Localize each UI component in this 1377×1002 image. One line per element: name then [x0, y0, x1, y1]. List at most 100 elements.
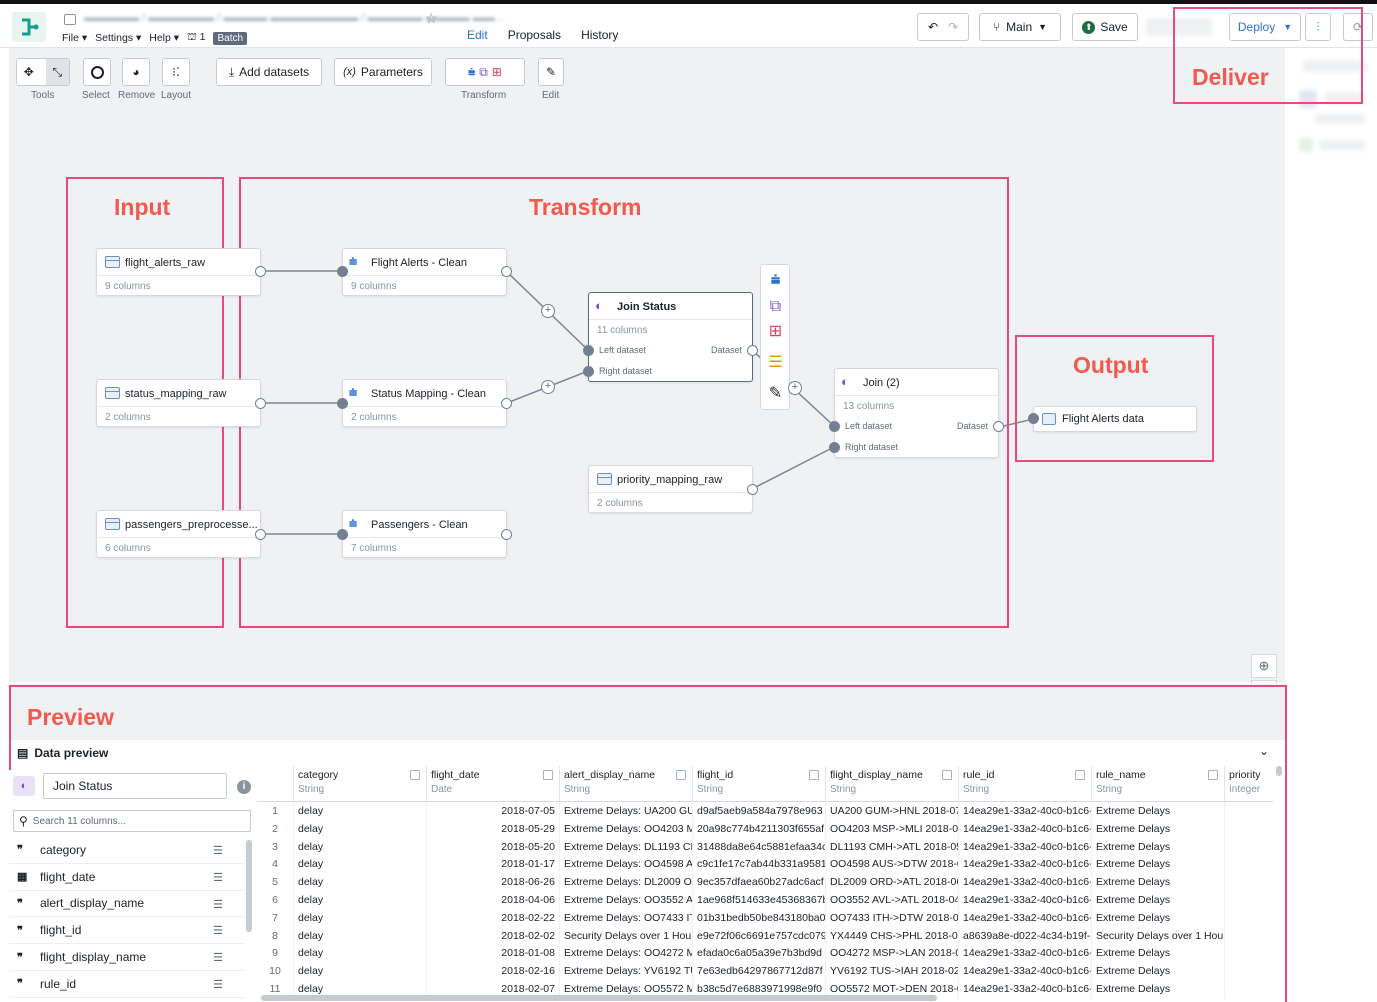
- input-port[interactable]: [337, 266, 348, 277]
- node-flight-alerts-data[interactable]: Flight Alerts data: [1033, 406, 1197, 432]
- field-item-alert-display-name[interactable]: ❞ alert_display_name ☰: [9, 891, 245, 918]
- grid-header-row: category String flight_date Date alert_displ…: [257, 766, 1273, 802]
- filter-transform-icon: ⩧: [349, 384, 358, 400]
- column-header-flight-id[interactable]: flight_id String: [693, 766, 826, 802]
- dataset-icon: [105, 387, 120, 399]
- field-list-scrollbar[interactable]: [246, 840, 252, 932]
- output-port[interactable]: [501, 266, 512, 277]
- node-status-mapping-raw[interactable]: status_mapping_raw 2 columns: [96, 379, 261, 427]
- right-input-port[interactable]: [829, 442, 840, 453]
- node-selector[interactable]: Join Status: [43, 773, 227, 799]
- table-row[interactable]: 1 delay 2018-07-05 Extreme Delays: UA200 GU…: [257, 803, 1273, 821]
- left-input-port[interactable]: [583, 345, 594, 356]
- node-passengers-preprocessed[interactable]: passengers_preprocesse... 6 columns: [96, 510, 261, 558]
- add-node-plus-icon[interactable]: +: [541, 380, 555, 394]
- output-port[interactable]: [255, 529, 266, 540]
- table-row[interactable]: 2 delay 2018-05-29 Extreme Delays: OO4203 M…: [257, 820, 1273, 839]
- table-row[interactable]: 7 delay 2018-02-22 Extreme Delays: OO7433 I…: [257, 909, 1273, 928]
- table-cell: 20a98c774b4211303f655af: [693, 820, 826, 839]
- output-port[interactable]: [255, 266, 266, 277]
- output-port[interactable]: [747, 345, 758, 356]
- column-type: String: [564, 784, 591, 795]
- pivot-transform-icon[interactable]: ☰: [768, 354, 783, 371]
- table-row[interactable]: 3 delay 2018-05-20 Extreme Delays: DL1193 C…: [257, 838, 1273, 857]
- table-cell: 14ea29e1-33a2-40c0-b1c6-: [959, 820, 1092, 839]
- node-flight-alerts-clean[interactable]: ⩧ Flight Alerts - Clean 9 columns: [342, 248, 507, 296]
- sort-lines-icon[interactable]: ☰: [213, 924, 223, 937]
- column-menu-icon[interactable]: [1208, 770, 1218, 780]
- input-port[interactable]: [1028, 413, 1039, 424]
- field-item-rule-id[interactable]: ❞ rule_id ☰: [9, 971, 245, 998]
- string-quote-icon: ❞: [17, 924, 23, 937]
- field-item-flight-id[interactable]: ❞ flight_id ☰: [9, 917, 245, 945]
- column-menu-icon[interactable]: [1075, 770, 1085, 780]
- input-port[interactable]: [337, 398, 348, 409]
- preview-column-list: ◐ Join Status i ⚲ Search 11 columns... ❞ c…: [9, 770, 257, 1002]
- field-item-category[interactable]: ❞ category ☰: [9, 837, 245, 864]
- table-row[interactable]: 6 delay 2018-04-06 Extreme Delays: OO3552 A…: [257, 891, 1273, 910]
- column-menu-icon[interactable]: [942, 770, 952, 780]
- table-cell: [1225, 945, 1273, 963]
- grid-horizontal-scrollbar[interactable]: [261, 995, 937, 1001]
- field-item-flight-display-name[interactable]: ❞ flight_display_name ☰: [9, 944, 245, 971]
- output-port[interactable]: [993, 421, 1004, 432]
- table-cell: delay: [294, 856, 427, 875]
- table-row[interactable]: 5 delay 2018-06-26 Extreme Delays: DL2009 O…: [257, 874, 1273, 892]
- column-name: flight_display_name: [830, 769, 923, 781]
- output-port[interactable]: [255, 398, 266, 409]
- table-cell: [1225, 821, 1273, 839]
- table-row[interactable]: 9 delay 2018-01-08 Extreme Delays: OO4272 M…: [257, 945, 1273, 964]
- sort-lines-icon[interactable]: ☰: [213, 978, 223, 991]
- search-columns-input[interactable]: ⚲ Search 11 columns...: [13, 810, 251, 832]
- column-header-alert-display-name[interactable]: alert_display_name String: [560, 766, 693, 802]
- input-port[interactable]: [337, 529, 348, 540]
- add-node-plus-icon[interactable]: +: [788, 381, 802, 395]
- column-menu-icon[interactable]: [543, 770, 553, 780]
- column-header-rule-name[interactable]: rule_name String: [1092, 766, 1225, 802]
- output-port[interactable]: [501, 529, 512, 540]
- table-row[interactable]: 8 delay 2018-02-02 Security Delays over 1 H…: [257, 927, 1273, 946]
- column-header-rule-id[interactable]: rule_id String: [959, 766, 1092, 802]
- sort-lines-icon[interactable]: ☰: [213, 844, 223, 857]
- column-header-category[interactable]: category String: [294, 766, 427, 802]
- table-cell: 2018-05-29: [427, 820, 560, 839]
- left-input-port[interactable]: [829, 421, 840, 432]
- zoom-in-icon[interactable]: ⊕: [1251, 654, 1277, 678]
- field-item-flight-date[interactable]: ▦ flight_date ☰: [9, 864, 245, 891]
- filter-transform-icon[interactable]: ⩧: [768, 272, 783, 289]
- node-status-mapping-clean[interactable]: ⩧ Status Mapping - Clean 2 columns: [342, 379, 507, 427]
- join-transform-icon[interactable]: ⧉: [768, 298, 783, 315]
- column-header-priority[interactable]: priority Integer: [1225, 766, 1273, 802]
- table-cell: 2018-04-06: [427, 891, 560, 910]
- table-row[interactable]: 4 delay 2018-01-17 Extreme Delays: OO4598 A…: [257, 856, 1273, 875]
- output-port[interactable]: [501, 398, 512, 409]
- sort-lines-icon[interactable]: ☰: [213, 898, 223, 911]
- input-region-label: Input: [114, 194, 171, 220]
- node-join-2[interactable]: ◐ Join (2) 13 columns Left dataset Right…: [834, 368, 999, 458]
- column-menu-icon[interactable]: [410, 770, 420, 780]
- pencil-icon[interactable]: ✎: [768, 385, 783, 402]
- sort-lines-icon[interactable]: ☰: [213, 951, 223, 964]
- right-input-port[interactable]: [583, 366, 594, 377]
- column-menu-icon[interactable]: [676, 770, 686, 780]
- node-passengers-clean[interactable]: ⩧ Passengers - Clean 7 columns: [342, 510, 507, 558]
- column-name: alert_display_name: [564, 769, 656, 781]
- add-node-plus-icon[interactable]: +: [541, 304, 555, 318]
- output-port[interactable]: [747, 484, 758, 495]
- table-row[interactable]: 10 delay 2018-02-16 Extreme Delays: YV6192 …: [257, 963, 1273, 981]
- column-menu-icon[interactable]: [809, 770, 819, 780]
- table-cell: Extreme Delays: [1092, 963, 1225, 981]
- column-type: String: [1096, 784, 1123, 795]
- node-priority-mapping-raw[interactable]: priority_mapping_raw 2 columns: [588, 465, 753, 513]
- join-icon: ◐: [841, 374, 849, 389]
- grid-vertical-scrollbar[interactable]: [1276, 766, 1282, 776]
- info-icon[interactable]: i: [237, 780, 251, 794]
- column-header-flight-display-name[interactable]: flight_display_name String: [826, 766, 959, 802]
- node-join-status[interactable]: ◐ Join Status 11 columns Left dataset Ri…: [588, 292, 753, 382]
- dataset-icon: [597, 473, 612, 485]
- union-transform-icon[interactable]: ⊞: [768, 323, 783, 340]
- node-flight-alerts-raw[interactable]: flight_alerts_raw 9 columns: [96, 248, 261, 296]
- table-cell: 14ea29e1-33a2-40c0-b1c6-: [959, 838, 1092, 857]
- sort-lines-icon[interactable]: ☰: [213, 871, 223, 884]
- column-header-flight-date[interactable]: flight_date Date: [427, 766, 560, 802]
